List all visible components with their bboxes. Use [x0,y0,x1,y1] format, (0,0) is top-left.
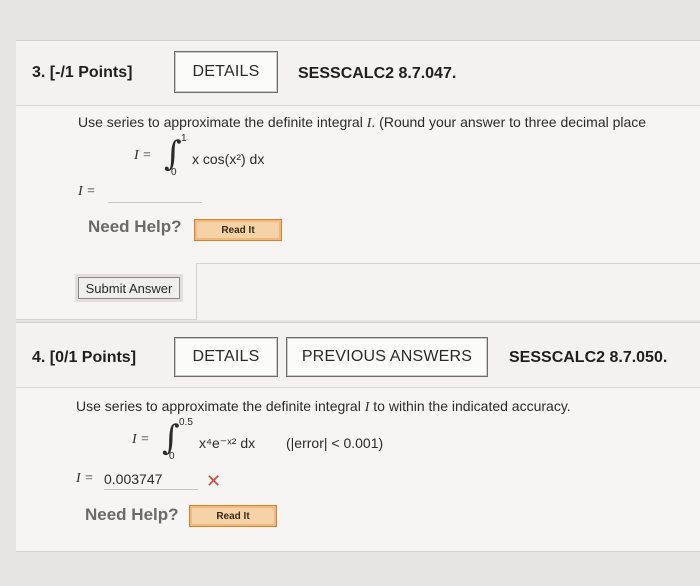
previous-answers-button[interactable]: PREVIOUS ANSWERS [286,337,488,377]
question-4-code: SESSCALC2 8.7.050. [509,349,668,366]
integral-upper-limit: 1 [181,133,187,144]
details-button[interactable]: DETAILS [174,51,278,93]
question-3-code: SESSCALC2 8.7.047. [298,65,457,82]
question-3-number: 3. [-/1 Points] [32,64,133,81]
need-help-label: Need Help? [85,505,179,524]
integral-lhs: I = [134,148,152,163]
answer-input[interactable]: 0.003747 [104,471,198,490]
submit-area [196,263,700,320]
integrand: x cos(x²) dx [192,151,265,167]
question-3-panel: 3. [-/1 Points] DETAILS SESSCALC2 8.7.04… [16,40,700,320]
integrand: x⁴e⁻ˣ² dx [199,435,256,451]
integral-sign: ∫ [162,418,180,458]
integral-upper-limit: 0.5 [179,417,193,428]
question-4-number: 4. [0/1 Points] [32,349,137,366]
x-icon: ✕ [206,471,222,491]
answer-label: I = [78,184,96,199]
accuracy-condition: (|error| < 0.001) [286,435,384,451]
answer-input[interactable] [108,184,202,203]
details-button[interactable]: DETAILS [174,337,278,377]
question-3-prompt: Use series to approximate the definite i… [78,114,647,131]
integral-lower-limit: 0 [169,451,175,462]
need-help-label: Need Help? [88,217,182,236]
integral-sign: ∫ [164,134,182,174]
answer-label: I = [76,471,94,486]
question-4-panel: 4. [0/1 Points] DETAILS PREVIOUS ANSWERS… [16,322,700,552]
integral-lhs: I = [132,432,150,447]
integral-lower-limit: 0 [171,167,177,178]
question-4-prompt: Use series to approximate the definite i… [76,398,571,415]
read-it-button[interactable]: Read It [194,219,282,241]
read-it-button[interactable]: Read It [189,505,277,527]
submit-answer-button[interactable]: Submit Answer [78,277,180,299]
